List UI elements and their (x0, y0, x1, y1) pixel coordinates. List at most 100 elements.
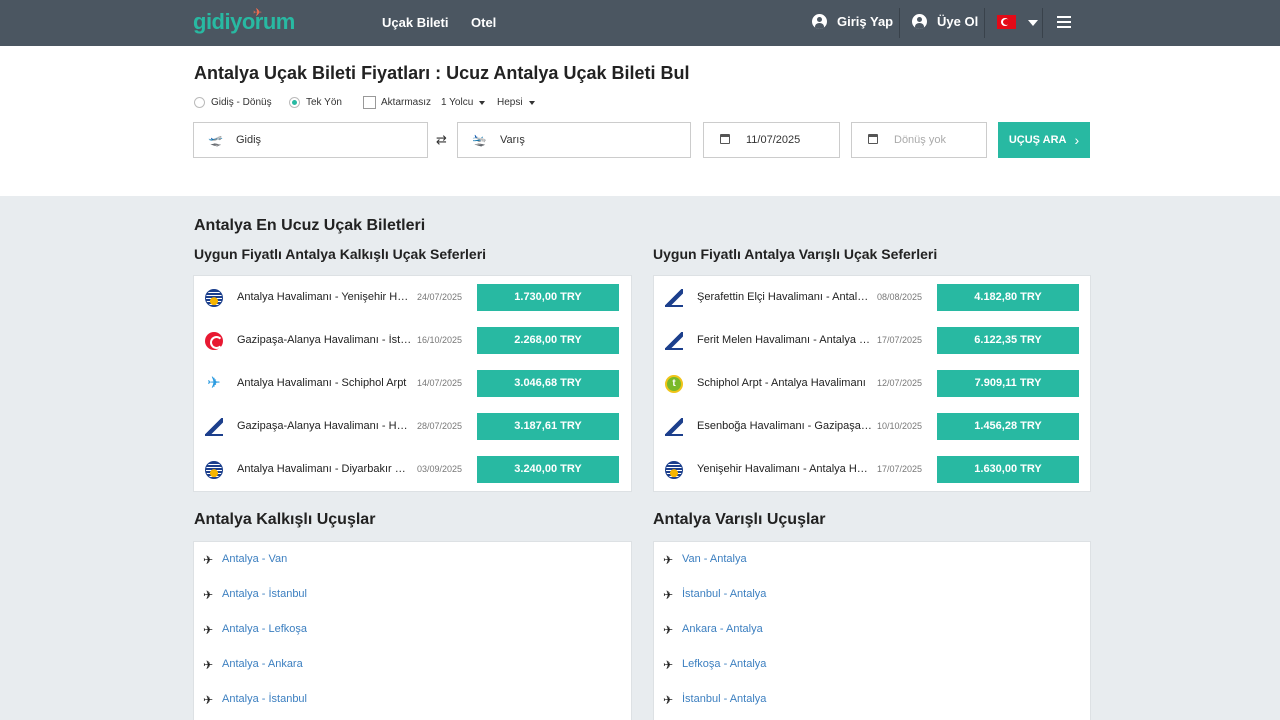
plane-icon: ✈ (203, 693, 214, 707)
login-button[interactable]: Giriş Yap (812, 14, 893, 29)
swap-icon[interactable]: ⇄ (436, 132, 447, 148)
deal-date: 10/10/2025 (877, 421, 923, 431)
transavia-airline-icon: t (665, 375, 683, 393)
trip-type-oneway[interactable]: Tek Yön (289, 97, 342, 108)
departure-date-input[interactable]: 11/07/2025 (703, 122, 840, 158)
anadolujet-airline-icon (665, 418, 683, 436)
oneway-label: Tek Yön (306, 97, 342, 108)
plane-icon: ✈ (203, 658, 214, 672)
radio-button[interactable] (194, 97, 205, 108)
route-list-item[interactable]: ✈ Lefkoşa - Antalya (654, 648, 1090, 683)
search-flights-button[interactable]: UÇUŞ ARA › (998, 122, 1090, 158)
language-dropdown-caret-icon[interactable] (1028, 20, 1038, 26)
deal-route[interactable]: Yenişehir Havalimanı - Antalya Havaliman… (697, 463, 873, 475)
route-list-item[interactable]: ✈ Antalya - İstanbul (194, 578, 631, 613)
deal-row[interactable]: t Schiphol Arpt - Antalya Havalimanı 12/07… (654, 362, 1090, 405)
nav-flight-tickets[interactable]: Uçak Bileti (382, 15, 448, 30)
deal-route[interactable]: Esenboğa Havalimanı - Gazipaşa-Alanya Ha… (697, 420, 873, 432)
deal-price-button[interactable]: 1.630,00 TRY (937, 456, 1079, 483)
deal-price-button[interactable]: 3.240,00 TRY (477, 456, 619, 483)
cabin-select[interactable]: Hepsi (497, 97, 535, 108)
origin-placeholder: Gidiş (236, 134, 262, 146)
passenger-select[interactable]: 1 Yolcu (441, 97, 486, 108)
deal-row[interactable]: Antalya Havalimanı - Yenişehir Havaliman… (194, 276, 631, 319)
route-list-item[interactable]: ✈ Ankara - Antalya (654, 613, 1090, 648)
deal-route[interactable]: Schiphol Arpt - Antalya Havalimanı (697, 377, 873, 389)
deal-route[interactable]: Şerafettin Elçi Havalimanı - Antalya Hav… (697, 291, 873, 303)
route-link[interactable]: Lefkoşa - Antalya (682, 658, 766, 670)
route-link[interactable]: Antalya - İstanbul (222, 588, 307, 600)
deal-route[interactable]: Antalya Havalimanı - Yenişehir Havaliman… (237, 291, 413, 303)
route-list-item[interactable]: ✈ Antalya - İstanbul (194, 683, 631, 718)
deal-price-button[interactable]: 4.182,80 TRY (937, 284, 1079, 311)
passenger-label: 1 Yolcu (441, 97, 474, 108)
calendar-icon (866, 133, 880, 147)
plane-icon: ✈ (663, 588, 674, 602)
plane-icon: ✈ (663, 553, 674, 567)
deal-price-button[interactable]: 1.456,28 TRY (937, 413, 1079, 440)
route-list-item[interactable]: ✈ İstanbul - Antalya (654, 683, 1090, 718)
deal-price-button[interactable]: 1.730,00 TRY (477, 284, 619, 311)
nonstop-checkbox[interactable]: Aktarmasız (363, 96, 431, 109)
site-logo[interactable]: gidiyorum ✈ (193, 7, 295, 35)
deal-route[interactable]: Gazipaşa-Alanya Havalimanı - İstanbul Ha… (237, 334, 413, 346)
route-link[interactable]: Van - Antalya (682, 553, 747, 565)
ajet-airline-icon: ✈ (207, 375, 221, 392)
radio-button-selected[interactable] (289, 97, 300, 108)
turkish-flag-icon[interactable] (997, 15, 1016, 29)
deal-row[interactable]: Esenboğa Havalimanı - Gazipaşa-Alanya Ha… (654, 405, 1090, 448)
deal-row[interactable]: Şerafettin Elçi Havalimanı - Antalya Hav… (654, 276, 1090, 319)
deal-date: 08/08/2025 (877, 292, 923, 302)
top-navbar: gidiyorum ✈ Uçak Bileti Otel Giriş Yap Üy… (0, 0, 1280, 46)
route-list-item[interactable]: ✈ Antalya - Ankara (194, 648, 631, 683)
hamburger-menu-icon[interactable] (1057, 16, 1071, 28)
user-icon (912, 14, 927, 29)
deal-date: 17/07/2025 (877, 335, 923, 345)
route-link[interactable]: Ankara - Antalya (682, 623, 763, 635)
landing-icon: 🛬 (472, 133, 487, 147)
deal-row[interactable]: Yenişehir Havalimanı - Antalya Havaliman… (654, 448, 1090, 491)
deal-row[interactable]: Gazipaşa-Alanya Havalimanı - Hatay Haval… (194, 405, 631, 448)
departure-routes-title: Antalya Kalkışlı Uçuşlar (194, 511, 376, 528)
deal-row[interactable]: Ferit Melen Havalimanı - Antalya Havalim… (654, 319, 1090, 362)
deal-route[interactable]: Gazipaşa-Alanya Havalimanı - Hatay Haval… (237, 420, 413, 432)
return-date-input[interactable]: Dönüş yok (851, 122, 987, 158)
return-date-placeholder: Dönüş yok (894, 134, 946, 146)
checkbox[interactable] (363, 96, 376, 109)
route-link[interactable]: Antalya - Ankara (222, 658, 303, 670)
deal-route[interactable]: Ferit Melen Havalimanı - Antalya Havalim… (697, 334, 873, 346)
deal-route[interactable]: Antalya Havalimanı - Diyarbakır Havalima… (237, 463, 413, 475)
deal-row[interactable]: Gazipaşa-Alanya Havalimanı - İstanbul Ha… (194, 319, 631, 362)
deal-price-button[interactable]: 3.046,68 TRY (477, 370, 619, 397)
destination-input[interactable]: 🛬 Varış (457, 122, 691, 158)
route-list-item[interactable]: ✈ İstanbul - Antalya (654, 578, 1090, 613)
route-list-item[interactable]: ✈ Van - Antalya (654, 543, 1090, 578)
route-link[interactable]: Antalya - Van (222, 553, 287, 565)
deal-row[interactable]: Antalya Havalimanı - Diyarbakır Havalima… (194, 448, 631, 491)
route-list-item[interactable]: ✈ Antalya - Van (194, 543, 631, 578)
deal-price-button[interactable]: 7.909,11 TRY (937, 370, 1079, 397)
plane-icon: ✈ (203, 588, 214, 602)
arrival-routes-card: ✈ Van - Antalya ✈ İstanbul - Antalya ✈ Ankara… (653, 541, 1091, 720)
deal-price-button[interactable]: 6.122,35 TRY (937, 327, 1079, 354)
user-icon (812, 14, 827, 29)
route-link[interactable]: İstanbul - Antalya (682, 693, 766, 705)
route-link[interactable]: Antalya - Lefkoşa (222, 623, 307, 635)
deal-price-button[interactable]: 2.268,00 TRY (477, 327, 619, 354)
departures-deals-card: Antalya Havalimanı - Yenişehir Havaliman… (193, 275, 632, 492)
deal-price-button[interactable]: 3.187,61 TRY (477, 413, 619, 440)
signup-button[interactable]: Üye Ol (912, 14, 978, 29)
origin-input[interactable]: 🛫 Gidiş (193, 122, 428, 158)
flight-search-panel: Antalya Uçak Bileti Fiyatları : Ucuz Ant… (0, 46, 1280, 196)
nav-hotel[interactable]: Otel (471, 15, 496, 30)
route-link[interactable]: Antalya - İstanbul (222, 693, 307, 705)
route-link[interactable]: İstanbul - Antalya (682, 588, 766, 600)
deal-row[interactable]: ✈ Antalya Havalimanı - Schiphol Arpt 14/07… (194, 362, 631, 405)
plane-icon: ✈ (663, 623, 674, 637)
plane-icon: ✈ (203, 623, 214, 637)
route-list-item[interactable]: ✈ Antalya - Lefkoşa (194, 613, 631, 648)
plane-icon: ✈ (663, 658, 674, 672)
trip-type-roundtrip[interactable]: Gidiş - Dönüş (194, 97, 272, 108)
deal-route[interactable]: Antalya Havalimanı - Schiphol Arpt (237, 377, 413, 389)
nonstop-label: Aktarmasız (381, 97, 432, 108)
